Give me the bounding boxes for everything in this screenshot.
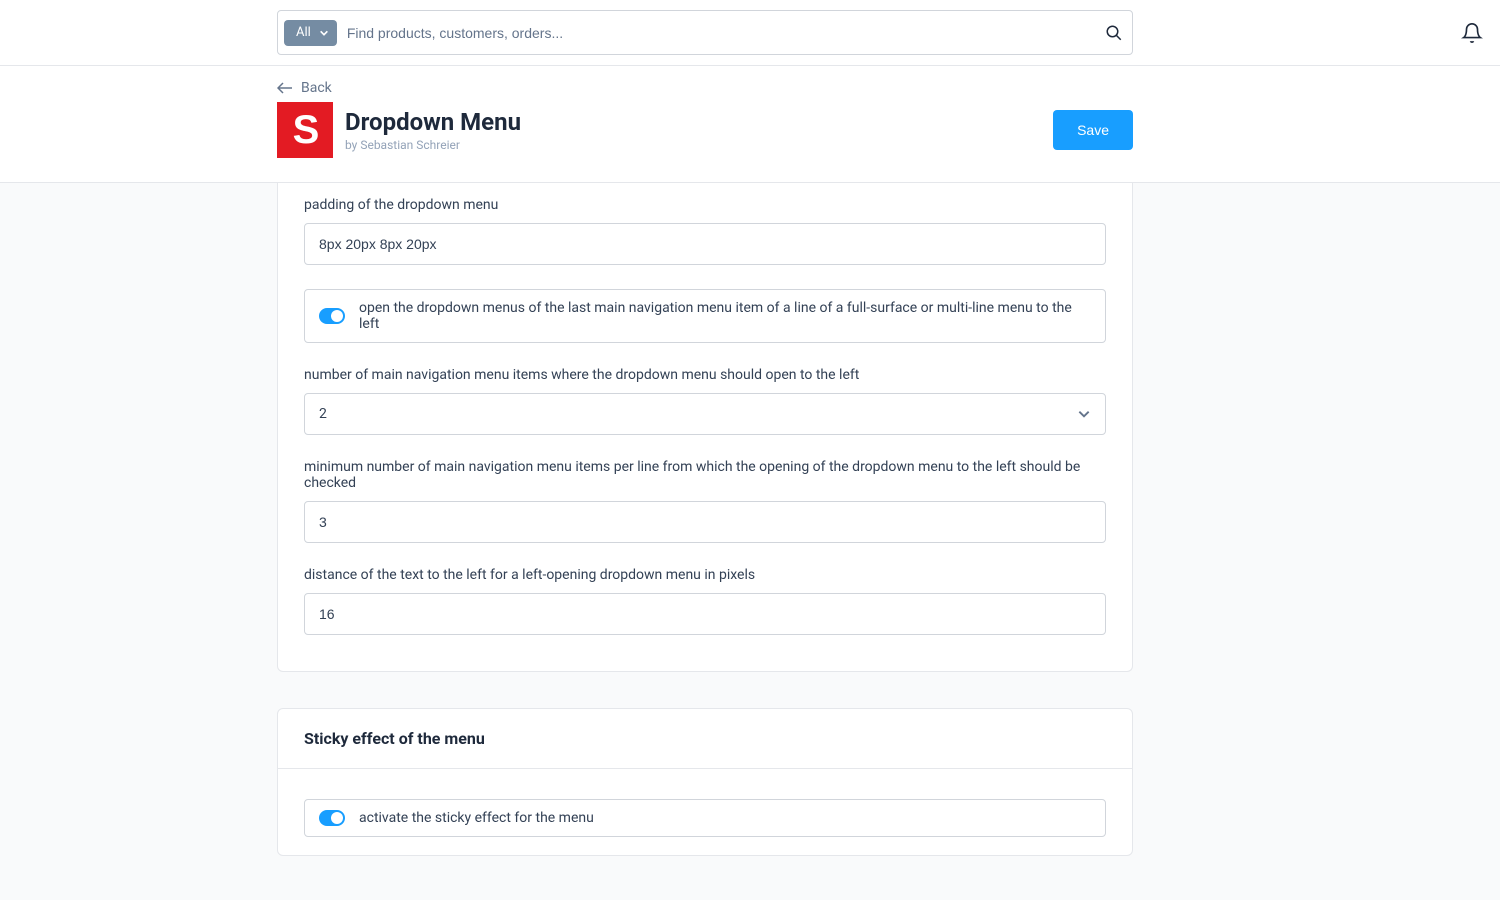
select-num-items[interactable]: 2 — [304, 393, 1106, 435]
back-link[interactable]: Back — [277, 66, 1133, 102]
content-area: padding of the dropdown menu open the dr… — [0, 183, 1500, 856]
toggle-sticky[interactable] — [319, 810, 345, 826]
toggle-open-left-label: open the dropdown menus of the last main… — [359, 300, 1091, 332]
field-distance: distance of the text to the left for a l… — [304, 567, 1106, 635]
back-label: Back — [301, 80, 332, 96]
title-column: Dropdown Menu by Sebastian Schreier — [345, 108, 521, 152]
search-filter-pill[interactable]: All — [284, 20, 337, 46]
page-title: Dropdown Menu — [345, 108, 521, 136]
heading-sticky: Sticky effect of the menu — [304, 729, 1106, 748]
arrow-left-icon — [277, 82, 293, 94]
bell-icon — [1461, 22, 1483, 44]
chevron-down-icon — [1077, 407, 1091, 421]
settings-card-sticky: Sticky effect of the menu activate the s… — [277, 708, 1133, 856]
save-button[interactable]: Save — [1053, 110, 1133, 150]
search-button[interactable] — [1104, 23, 1124, 43]
plugin-logo: S — [277, 102, 333, 158]
field-min-items: minimum number of main navigation menu i… — [304, 459, 1106, 543]
select-num-items-value: 2 — [319, 406, 327, 422]
global-search[interactable]: All — [277, 10, 1133, 55]
plugin-logo-letter: S — [281, 106, 329, 154]
settings-card-dropdown: padding of the dropdown menu open the dr… — [277, 183, 1133, 672]
label-distance: distance of the text to the left for a l… — [304, 567, 1106, 583]
field-num-items: number of main navigation menu items whe… — [304, 367, 1106, 435]
input-distance[interactable] — [304, 593, 1106, 635]
label-num-items: number of main navigation menu items whe… — [304, 367, 1106, 383]
search-icon — [1105, 24, 1123, 42]
notifications-button[interactable] — [1460, 21, 1484, 45]
page-byline: by Sebastian Schreier — [345, 138, 521, 152]
toggle-sticky-label: activate the sticky effect for the menu — [359, 810, 594, 826]
input-padding[interactable] — [304, 223, 1106, 265]
toggle-open-left[interactable] — [319, 308, 345, 324]
label-padding: padding of the dropdown menu — [304, 197, 1106, 213]
top-bar: All — [0, 0, 1500, 66]
toggle-row-open-left: open the dropdown menus of the last main… — [304, 289, 1106, 343]
card-header-sticky: Sticky effect of the menu — [278, 709, 1132, 769]
search-filter-label: All — [296, 25, 311, 40]
label-min-items: minimum number of main navigation menu i… — [304, 459, 1106, 491]
page-header: Back S Dropdown Menu by Sebastian Schrei… — [0, 66, 1500, 183]
field-open-left-toggle: open the dropdown menus of the last main… — [304, 289, 1106, 343]
field-padding: padding of the dropdown menu — [304, 197, 1106, 265]
chevron-down-icon — [319, 28, 329, 38]
search-input[interactable] — [347, 25, 1094, 41]
input-min-items[interactable] — [304, 501, 1106, 543]
toggle-row-sticky: activate the sticky effect for the menu — [304, 799, 1106, 837]
